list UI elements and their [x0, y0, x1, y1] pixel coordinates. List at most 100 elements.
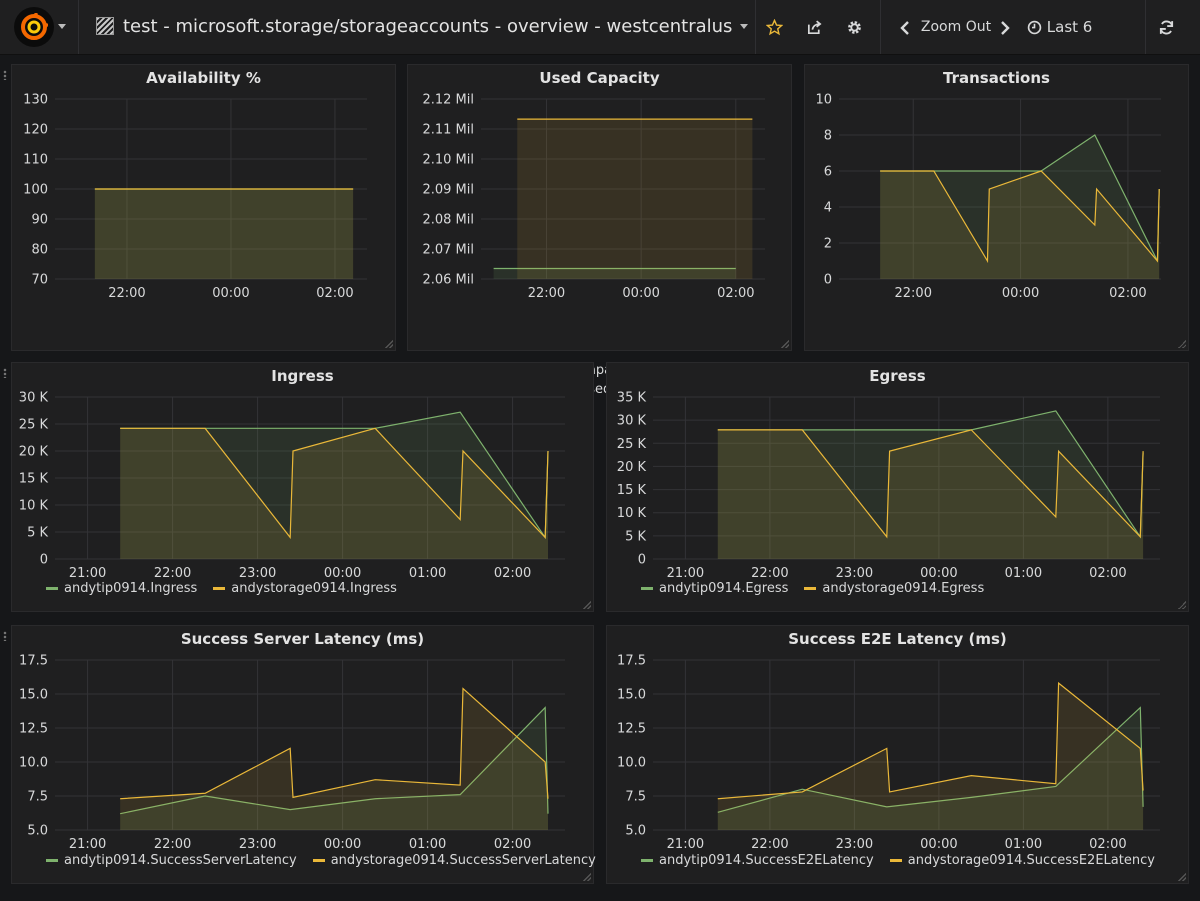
ingress-chart[interactable]: 30 K25 K20 K15 K10 K5 K021:00 22:00 23:00 0…	[12, 363, 595, 613]
zoom-out-button[interactable]: Zoom Out	[918, 0, 994, 54]
used-capacity-chart[interactable]: 2.12 Mil 2.11 Mil 2.10 Mil 2.09 Mil 2.08 Mil…	[408, 65, 793, 352]
series-area-1	[517, 119, 753, 279]
logo-menu[interactable]	[0, 0, 79, 54]
star-button[interactable]	[756, 0, 792, 54]
clock-icon	[1027, 20, 1042, 35]
legend-item[interactable]: andytip0914.Egress	[641, 579, 788, 598]
x-tick-label: 22:00	[528, 286, 565, 301]
legend-item[interactable]: andytip0914.Ingress	[46, 579, 197, 598]
transactions-chart[interactable]: 10 8 6 4 2 0 22:00 00:00 02:00	[805, 65, 1190, 352]
x-tick-label: 21:00	[667, 837, 704, 852]
grafana-logo-icon[interactable]	[14, 7, 54, 47]
legend-item[interactable]: andystorage0914.Egress	[804, 579, 984, 598]
panel-resize-handle[interactable]	[583, 873, 591, 881]
row-drag-handle[interactable]	[3, 631, 7, 641]
y-tick-label: 120	[23, 123, 48, 138]
legend-swatch	[46, 587, 58, 590]
panel-resize-handle[interactable]	[1178, 601, 1186, 609]
series-area-1	[94, 189, 354, 279]
panel-resize-handle[interactable]	[583, 601, 591, 609]
legend-item[interactable]: andystorage0914.SuccessE2ELatency	[889, 851, 1155, 870]
legend-label[interactable]: andystorage0914.Ingress	[231, 581, 397, 596]
series-area-1	[717, 683, 1144, 830]
x-tick-label: 01:00	[1005, 837, 1042, 852]
chevron-down-icon[interactable]	[740, 24, 749, 29]
chart-legend: andytip0914.Ingress andystorage0914.Ingre…	[46, 579, 397, 598]
time-range-picker[interactable]: Last 6 hours	[1027, 0, 1139, 90]
y-tick-label: 10.0	[19, 756, 48, 771]
legend-label[interactable]: andystorage0914.SuccessServerLatency	[331, 853, 596, 868]
x-tick-label: 01:00	[1005, 566, 1042, 581]
legend-label[interactable]: andytip0914.SuccessE2ELatency	[659, 853, 874, 868]
x-tick-label: 23:00	[239, 837, 276, 852]
legend-item[interactable]: andystorage0914.SuccessServerLatency	[312, 851, 596, 870]
panel-resize-handle[interactable]	[385, 340, 393, 348]
refresh-icon	[1159, 20, 1173, 35]
y-tick-label: 4	[824, 201, 832, 216]
refresh-button[interactable]	[1148, 0, 1184, 54]
panel-availability[interactable]: Availability % 130 120 110 100 90 80 70 22:00 00:…	[11, 64, 397, 397]
time-back-button[interactable]	[894, 0, 916, 54]
y-tick-label: 25 K	[19, 418, 49, 433]
y-tick-label: 10 K	[19, 499, 49, 514]
y-tick-label: 70	[31, 273, 48, 288]
legend-label[interactable]: andytip0914.Egress	[659, 581, 788, 596]
y-tick-label: 2.08 Mil	[422, 213, 474, 228]
x-tick-label: 22:00	[895, 286, 932, 301]
panel-e2e-latency[interactable]: Success E2E Latency (ms) 17.5 15.0 12.5 10.0…	[606, 625, 1189, 884]
egress-chart[interactable]: 35 K30 K25 K20 K15 K10 K5 K021:00 22:00 23…	[607, 363, 1190, 613]
share-icon	[807, 20, 822, 35]
legend-label[interactable]: andytip0914.Ingress	[64, 581, 197, 596]
y-tick-label: 5.0	[27, 824, 48, 839]
y-tick-label: 6	[824, 165, 832, 180]
legend-swatch	[641, 859, 653, 862]
panel-egress[interactable]: Egress 35 K 30 K 25 K 20 K 15 K 10 K5 K 0 21:00 2…	[606, 362, 1189, 612]
y-tick-label: 7.5	[625, 790, 646, 805]
y-tick-label: 17.5	[19, 654, 48, 669]
legend-item[interactable]: andytip0914.SuccessServerLatency	[46, 851, 297, 870]
chart-legend: andytip0914.SuccessE2ELatency andystorage…	[641, 851, 1155, 870]
time-forward-button[interactable]	[994, 0, 1016, 54]
e2e-latency-chart[interactable]: 17.5 15.0 12.5 10.0 7.5 5.0 21:00 22:00 23:00 00:…	[607, 626, 1190, 885]
dashboard-title[interactable]: test - microsoft.storage/storageaccounts…	[96, 0, 749, 54]
navbar-divider	[1145, 0, 1146, 54]
legend-item[interactable]: andystorage0914.Ingress	[213, 579, 397, 598]
y-tick-label: 10 K	[617, 506, 647, 521]
y-tick-label: 80	[31, 243, 48, 258]
panel-resize-handle[interactable]	[1178, 340, 1186, 348]
y-tick-label: 110	[23, 153, 48, 168]
x-tick-label: 00:00	[324, 837, 361, 852]
y-tick-label: 35 K	[617, 391, 647, 406]
panel-resize-handle[interactable]	[1178, 873, 1186, 881]
row-drag-handle[interactable]	[3, 70, 7, 80]
x-tick-label: 02:00	[1109, 286, 1146, 301]
x-tick-label: 02:00	[316, 286, 353, 301]
legend-item[interactable]: andytip0914.SuccessE2ELatency	[641, 851, 874, 870]
panel-transactions[interactable]: Transactions108642022:0000:0002:00andyti…	[804, 64, 1190, 397]
legend-label[interactable]: andystorage0914.SuccessE2ELatency	[908, 853, 1155, 868]
x-tick-label: 01:00	[409, 566, 446, 581]
row-drag-handle[interactable]	[3, 368, 7, 378]
legend-label[interactable]: andytip0914.SuccessServerLatency	[64, 853, 297, 868]
y-tick-label: 0	[824, 273, 832, 288]
chevron-left-icon	[900, 20, 909, 35]
dashboard-title-text[interactable]: test - microsoft.storage/storageaccounts…	[123, 16, 732, 37]
legend-swatch	[312, 859, 325, 862]
y-tick-label: 17.5	[617, 654, 646, 669]
server-latency-chart[interactable]: 17.5 15.0 12.5 10.0 7.5 5.0 21:00 22:00 23:00 00:…	[12, 626, 595, 885]
panel-ingress[interactable]: Ingress 30 K 25 K 20 K 15 K 10 K5 K 0 21:00 22:0…	[11, 362, 594, 612]
series-area-1	[120, 688, 549, 830]
legend-swatch	[889, 859, 902, 862]
panel-used-capacity[interactable]: Used Capacity 2.12 Mil 2.11 Mil 2.10 Mil 2.0…	[407, 64, 793, 397]
x-tick-label: 23:00	[836, 837, 873, 852]
chevron-right-icon	[1001, 20, 1010, 35]
availability-chart[interactable]: 130 120 110 100 90 80 70 22:00 00:00 02:00	[12, 65, 397, 352]
legend-label[interactable]: andystorage0914.Egress	[822, 581, 984, 596]
y-tick-label: 20 K	[617, 460, 647, 475]
x-tick-label: 22:00	[751, 837, 788, 852]
panel-resize-handle[interactable]	[781, 340, 789, 348]
share-button[interactable]	[796, 0, 832, 54]
chevron-down-icon[interactable]	[58, 24, 66, 29]
panel-server-latency[interactable]: Success Server Latency (ms) 17.5 15.0 12.5 1…	[11, 625, 596, 885]
settings-button[interactable]	[836, 0, 872, 54]
